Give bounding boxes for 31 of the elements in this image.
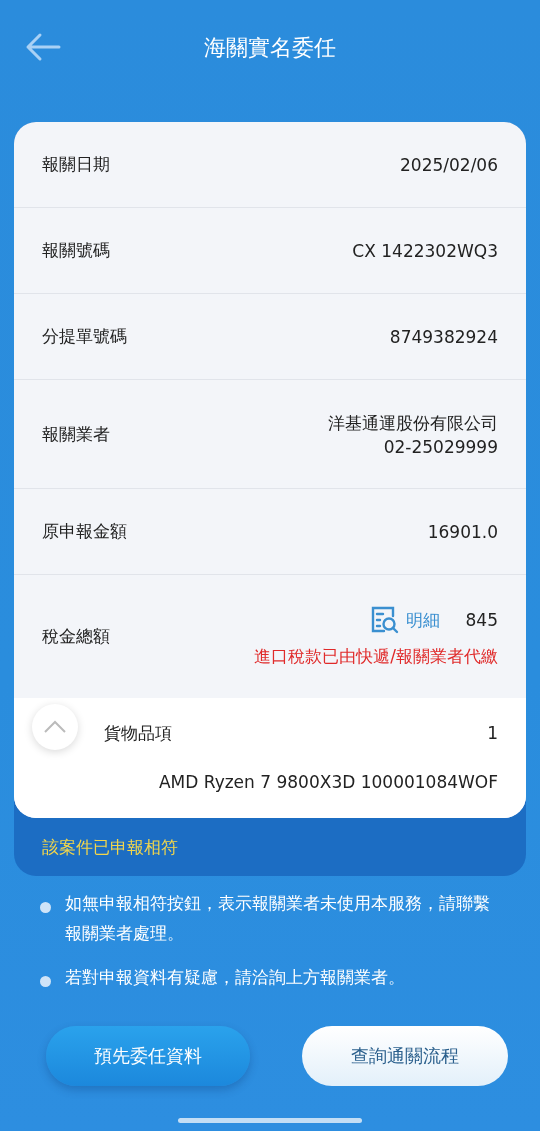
document-search-icon [369,605,400,635]
field-value: 2025/02/06 [400,154,498,175]
collapse-toggle-button[interactable] [32,704,78,750]
home-indicator[interactable] [178,1118,362,1123]
field-label: 原申報金額 [42,520,127,543]
action-button[interactable]: 預先委任資料 [46,1026,250,1086]
tax-note: 進口稅款已由快遞/報關業者代繳 [254,645,498,668]
status-text: 該案件已申報相符 [42,835,178,859]
bullet-dot [40,976,51,987]
page-title: 海關實名委任 [204,34,336,62]
field-value: 8749382924 [389,326,498,347]
goods-count: 1 [487,723,498,743]
field-value: 16901.0 [427,521,498,542]
field-label: 報關業者 [42,422,110,446]
details-link[interactable]: 明細 [369,605,440,635]
goods-description: AMD Ryzen 7 9800X3D 100001084WOF [158,772,498,792]
field-value: 02-25029999 [383,436,498,457]
note-text: 若對申報資料有疑慮，請洽詢上方報關業者。 [65,966,405,989]
field-label: 稅金總額 [42,625,110,648]
field-value: 845 [465,610,498,630]
field-label: 報關日期 [42,153,110,176]
field-value: 洋基通運股份有限公司 [328,411,498,435]
field-label: 報關號碼 [42,239,110,262]
action-button[interactable]: 查詢通關流程 [302,1026,508,1086]
field-value: CX 1422302WQ3 [352,240,498,261]
bullet-dot [40,902,51,913]
back-arrow-icon[interactable] [25,32,61,62]
chevron-up-icon [43,720,67,734]
goods-label: 貨物品項 [104,721,173,745]
field-label: 分提單號碼 [42,325,127,348]
note-text: 如無申報相符按鈕，表示報關業者未使用本服務，請聯繫報關業者處理。 [65,892,491,945]
